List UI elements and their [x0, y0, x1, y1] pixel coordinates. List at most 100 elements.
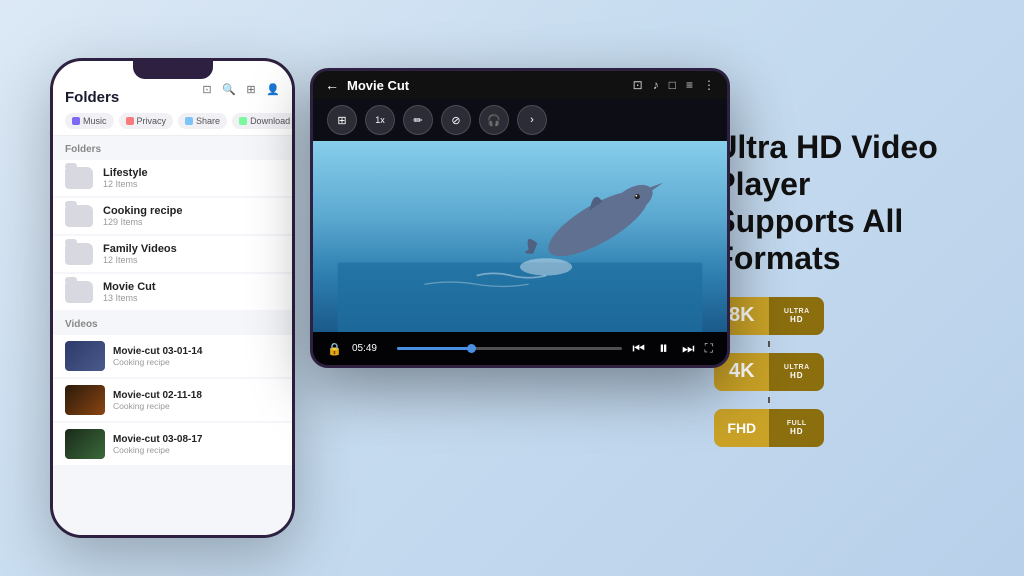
video-name: Movie-cut 03-01-14	[113, 346, 202, 357]
cast-icon[interactable]: ⊡	[633, 78, 643, 92]
right-panel: Ultra HD Video Player Supports All Forma…	[714, 129, 984, 446]
videos-section-label: Videos	[53, 311, 292, 334]
eq-button[interactable]: ⊞	[327, 105, 357, 135]
video-thumbnail	[65, 385, 105, 415]
dolphin-animation	[313, 141, 727, 332]
folder-icon	[65, 167, 93, 189]
phone-body: Folders ⊡ 🔍 ⊞ 👤 Music	[50, 58, 295, 538]
phone-tabs: Music Privacy Share Download	[65, 113, 280, 129]
badge-fhd-top: FULL	[787, 420, 807, 427]
tablet-mockup: ← Movie Cut ⊡ ♪ □ ≡ ⋮ ⊞ 1x ✏ ⊘ 🎧 ›	[310, 68, 730, 368]
folder-movie-cut[interactable]: Movie Cut 13 Items	[53, 274, 292, 310]
previous-button[interactable]: ⏮	[632, 340, 645, 357]
video-name: Movie-cut 03-08-17	[113, 434, 202, 445]
folder-name: Movie Cut	[103, 281, 156, 293]
folder-count: 129 Items	[103, 217, 182, 227]
video-thumbnail	[65, 429, 105, 459]
subtitles-icon[interactable]: □	[669, 78, 676, 92]
progress-bar[interactable]	[397, 347, 622, 350]
folder-icon	[65, 205, 93, 227]
badge-8k-bot: HD	[790, 315, 804, 324]
video-info: Movie-cut 03-01-14 Cooking recipe	[113, 346, 202, 367]
folder-family[interactable]: Family Videos 12 Items	[53, 236, 292, 272]
search-icon[interactable]: 🔍	[222, 82, 236, 96]
folder-lifestyle[interactable]: Lifestyle 12 Items	[53, 160, 292, 196]
cancel-button[interactable]: ⊘	[441, 105, 471, 135]
badge-4k-top: ULTRA	[784, 364, 810, 371]
folder-name: Lifestyle	[103, 167, 148, 179]
folder-info: Family Videos 12 Items	[103, 243, 177, 265]
next-button[interactable]: ⏭	[682, 340, 695, 357]
headphone-button[interactable]: 🎧	[479, 105, 509, 135]
tab-share[interactable]: Share	[178, 113, 227, 129]
folder-cooking[interactable]: Cooking recipe 129 Items	[53, 198, 292, 234]
badge-8k-sub: ULTRA HD	[769, 297, 824, 335]
tablet-body: ← Movie Cut ⊡ ♪ □ ≡ ⋮ ⊞ 1x ✏ ⊘ 🎧 ›	[310, 68, 730, 368]
tablet-video-title: Movie Cut	[347, 78, 625, 93]
hd-badges-container: 8K ULTRA HD 4K ULTRA HD FHD FULL HD	[714, 297, 984, 447]
badge-4k-bot: HD	[790, 371, 804, 380]
folder-info: Cooking recipe 129 Items	[103, 205, 182, 227]
badge-fhd-sub: FULL HD	[769, 409, 824, 447]
back-button[interactable]: ←	[325, 77, 339, 93]
folder-count: 13 Items	[103, 293, 156, 303]
settings-icon[interactable]: ≡	[686, 78, 693, 92]
phone-notch	[133, 61, 213, 79]
connector-8k-4k	[768, 341, 770, 347]
video-name: Movie-cut 02-11-18	[113, 390, 202, 401]
badge-fhd: FHD FULL HD	[714, 409, 824, 447]
connector-4k-fhd	[768, 397, 770, 403]
video-item-1[interactable]: Movie-cut 03-01-14 Cooking recipe	[53, 335, 292, 377]
badge-4k-sub: ULTRA HD	[769, 353, 824, 391]
video-info: Movie-cut 02-11-18 Cooking recipe	[113, 390, 202, 411]
more-icon[interactable]: ⋮	[703, 78, 715, 92]
phone-screen: Folders ⊡ 🔍 ⊞ 👤 Music	[53, 79, 292, 535]
badge-4k: 4K ULTRA HD	[714, 353, 824, 391]
folder-icon	[65, 281, 93, 303]
current-time: 05:49	[352, 343, 387, 354]
phone-mockup: Folders ⊡ 🔍 ⊞ 👤 Music	[50, 58, 295, 538]
phone-header: Folders ⊡ 🔍 ⊞ 👤 Music	[53, 79, 292, 136]
music-icon[interactable]: ♪	[653, 78, 659, 92]
edit-button[interactable]: ✏	[403, 105, 433, 135]
lock-button[interactable]: 🔒	[327, 342, 342, 356]
folder-info: Lifestyle 12 Items	[103, 167, 148, 189]
badge-fhd-label: FHD	[714, 409, 769, 447]
tab-download[interactable]: Download	[232, 113, 292, 129]
video-info: Movie-cut 03-08-17 Cooking recipe	[113, 434, 202, 455]
speed-button[interactable]: 1x	[365, 105, 395, 135]
pause-button[interactable]: ⏸	[659, 338, 668, 359]
user-icon[interactable]: 👤	[266, 82, 280, 96]
folder-icon	[65, 243, 93, 265]
tablet-header: ← Movie Cut ⊡ ♪ □ ≡ ⋮	[313, 71, 727, 99]
video-sub: Cooking recipe	[113, 401, 202, 411]
headline-line1: Ultra HD Video Player	[714, 129, 984, 203]
tab-music[interactable]: Music	[65, 113, 114, 129]
folder-name: Cooking recipe	[103, 205, 182, 217]
badge-8k-top: ULTRA	[784, 308, 810, 315]
video-sub: Cooking recipe	[113, 445, 202, 455]
tablet-header-icons: ⊡ ♪ □ ≡ ⋮	[633, 78, 715, 92]
badge-8k: 8K ULTRA HD	[714, 297, 824, 335]
app-scene: Folders ⊡ 🔍 ⊞ 👤 Music	[40, 28, 714, 548]
folder-info: Movie Cut 13 Items	[103, 281, 156, 303]
fullscreen-button[interactable]: ⛶	[705, 341, 713, 356]
phone-screen-title: Folders	[65, 89, 119, 106]
player-controls: ⏮ ⏸ ⏭	[632, 338, 694, 359]
progress-handle[interactable]	[467, 344, 476, 353]
progress-fill	[397, 347, 476, 350]
tab-privacy[interactable]: Privacy	[119, 113, 174, 129]
badge-fhd-bot: HD	[790, 427, 804, 436]
video-thumbnail	[65, 341, 105, 371]
video-item-2[interactable]: Movie-cut 02-11-18 Cooking recipe	[53, 379, 292, 421]
grid-icon[interactable]: ⊞	[244, 82, 258, 96]
video-sub: Cooking recipe	[113, 357, 202, 367]
cast-icon[interactable]: ⊡	[200, 82, 214, 96]
video-item-3[interactable]: Movie-cut 03-08-17 Cooking recipe	[53, 423, 292, 465]
phone-header-icons: ⊡ 🔍 ⊞ 👤	[200, 82, 280, 96]
video-frame	[313, 141, 727, 332]
more-button[interactable]: ›	[517, 105, 547, 135]
main-headline: Ultra HD Video Player Supports All Forma…	[714, 129, 984, 276]
folder-count: 12 Items	[103, 255, 177, 265]
folders-section-label: Folders	[53, 136, 292, 159]
